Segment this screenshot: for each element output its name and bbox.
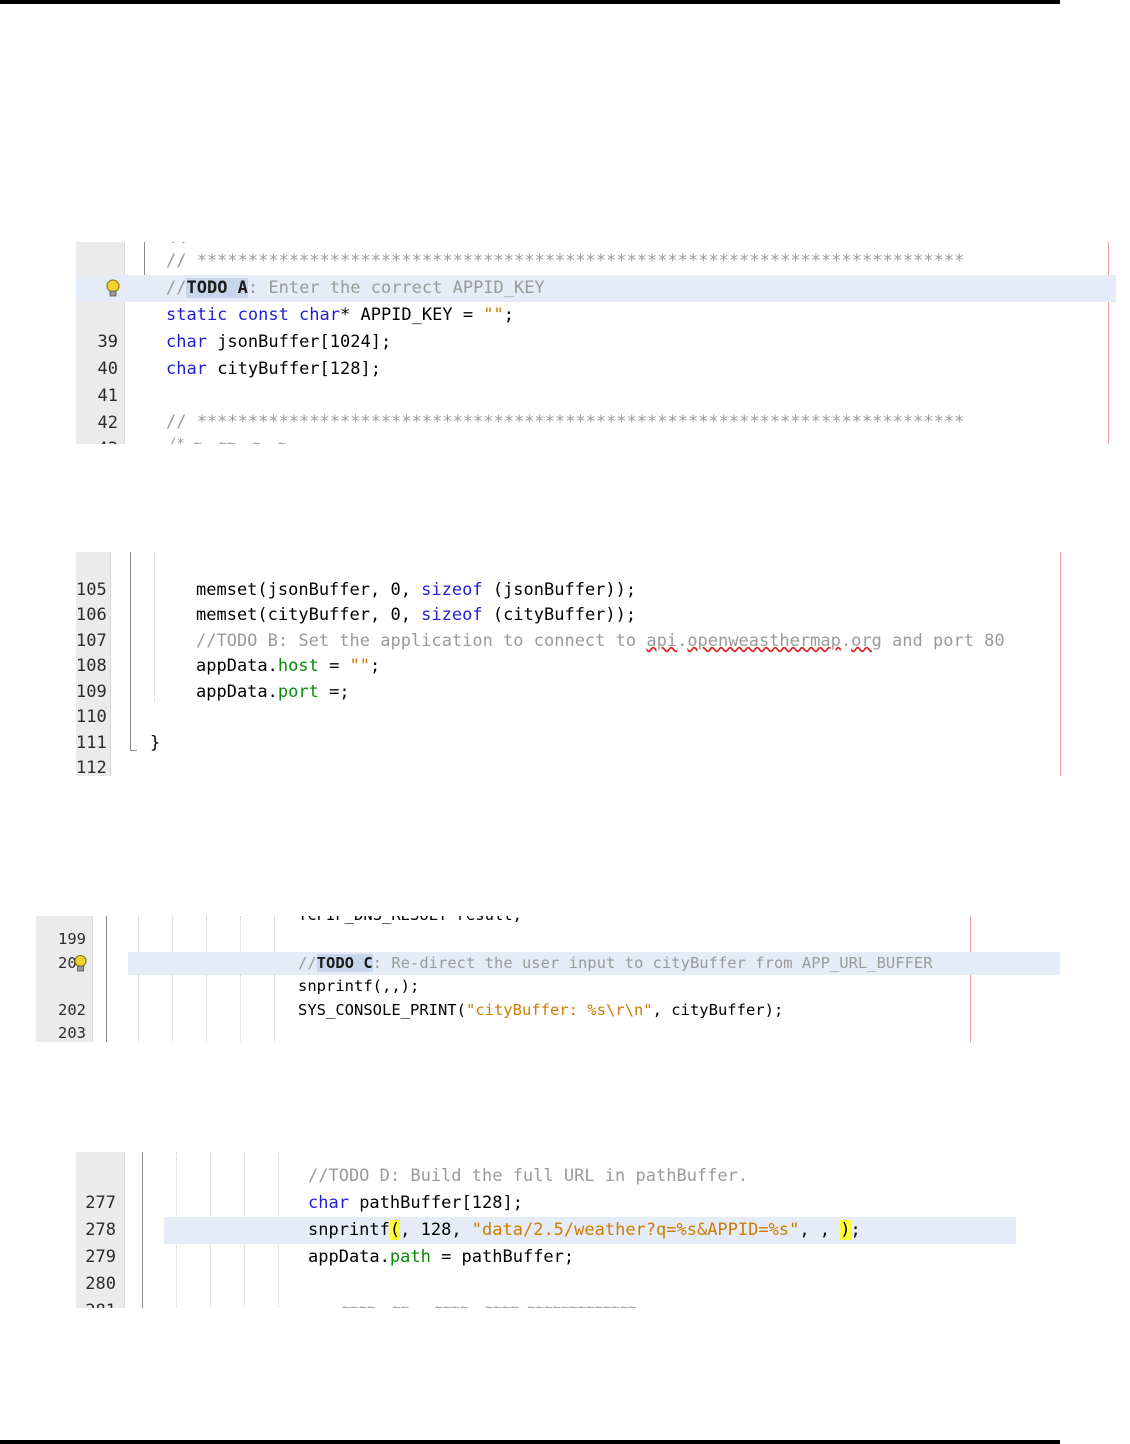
cut-line-top: .. <box>168 242 1116 244</box>
code-line: 39 static const char* APPID_KEY = ""; <box>76 302 1116 352</box>
code-line-cut: 199 TCPIP_DNS_RESULT result; <box>36 916 1060 948</box>
spelling-error: openweasthermap <box>687 630 841 651</box>
line-number: 43 <box>76 436 118 444</box>
code-line: 278 char pathBuffer[128]; <box>76 1190 1016 1240</box>
code-line: 106 memset(jsonBuffer, 0, sizeof (jsonBu… <box>76 578 1066 626</box>
code-line: 200 <box>36 928 1060 972</box>
matching-bracket: ) <box>840 1220 851 1240</box>
code-line: 113 <box>76 756 1066 776</box>
code-line: 112 } <box>76 731 1066 777</box>
code-line: 41 char cityBuffer[128]; <box>76 356 1116 406</box>
code-line-highlighted: //TODO A: Enter the correct APPID_KEY <box>76 275 1116 302</box>
cut-line-bottom: ~~~~ ~~ ~~~~ ~~~~ ~~~~~~~~~~~~~ <box>308 1300 637 1308</box>
code-line: 277 //TODO D: Build the full URL in path… <box>76 1163 1016 1213</box>
code-line: 280 appData.path = pathBuffer; <box>76 1244 1016 1294</box>
todo-marker: TODO C <box>316 953 373 972</box>
code-snippet-todo-d: 277 //TODO D: Build the full URL in path… <box>76 1152 1016 1308</box>
code-line: 110 appData.port =; <box>76 680 1066 728</box>
matching-bracket: ( <box>389 1220 401 1240</box>
code-snippet-todo-b: 105 106 memset(jsonBuffer, 0, sizeof (js… <box>76 552 1066 776</box>
cut-line-bottom: /* ~ ~~ ~ ~ <box>168 436 287 444</box>
code-line: 281 <box>76 1271 1016 1308</box>
code-line: 109 appData.host = ""; <box>76 654 1066 702</box>
cut-line-top <box>76 1152 1016 1154</box>
spelling-error: org <box>851 630 882 651</box>
code-line: 107 memset(cityBuffer, 0, sizeof (cityBu… <box>76 603 1066 651</box>
lightbulb-hint-icon[interactable] <box>74 955 87 972</box>
code-snippet-todo-c: 199 TCPIP_DNS_RESULT result; 200 //TODO … <box>36 916 1060 1042</box>
line-number: 281 <box>76 1298 116 1308</box>
code-line: 111 <box>76 705 1066 753</box>
code-line: 203 SYS_CONSOLE_PRINT("cityBuffer: %s\r\… <box>36 999 1060 1043</box>
code-line-highlighted: //TODO C: Re-direct the user input to ci… <box>128 951 1060 975</box>
bottom-rule <box>0 1440 1060 1444</box>
lightbulb-hint-icon[interactable] <box>106 279 120 298</box>
code-line: 43 // **********************************… <box>76 409 1116 444</box>
code-line: 204 <box>36 1022 1060 1042</box>
code-line: 105 <box>76 552 1066 600</box>
code-line: 108 //TODO B: Set the application to con… <box>76 629 1066 677</box>
code-line: 202 snprintf(,,); <box>36 975 1060 1019</box>
top-rule <box>0 0 1060 4</box>
code-snippet-todo-a: .. 37 // *******************************… <box>76 242 1116 444</box>
code-line: 37 // **********************************… <box>76 248 1116 298</box>
code-line: 40 char jsonBuffer[1024]; <box>76 329 1116 379</box>
todo-marker: TODO A <box>186 278 248 298</box>
spelling-error: api <box>646 630 678 651</box>
code-line: 42 <box>76 383 1116 433</box>
